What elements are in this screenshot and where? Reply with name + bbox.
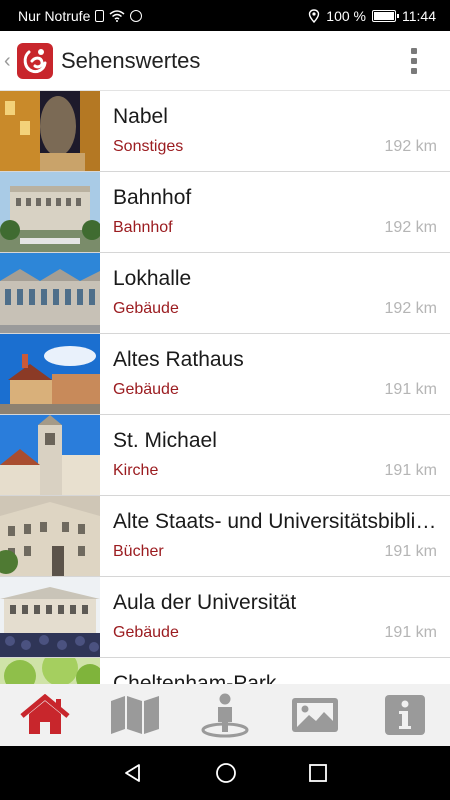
list-item[interactable]: Aula der Universität Gebäude 191 km (0, 577, 450, 658)
battery-percent: 100 % (326, 7, 366, 24)
item-category: Gebäude (113, 624, 179, 641)
sim-icon (95, 9, 105, 22)
item-distance: 191 km (384, 624, 437, 641)
item-title: St. Michael (113, 429, 217, 452)
nav-info[interactable] (360, 684, 450, 746)
nav-home[interactable] (0, 684, 90, 746)
sights-list[interactable]: Nabel Sonstiges 192 km Bahnhof Bahnhof 1… (0, 91, 450, 684)
item-title: Alte Staats- und Universitätsbibliothek (113, 510, 438, 533)
nav-nearby[interactable] (180, 684, 270, 746)
recents-square-icon[interactable] (308, 763, 328, 783)
thumbnail-image (0, 577, 100, 657)
status-bar: Nur Notrufe 100 % 11:44 (0, 0, 450, 31)
carrier-text: Nur Notrufe (18, 7, 91, 24)
item-title: Bahnhof (113, 186, 192, 209)
battery-icon (372, 9, 399, 22)
list-item[interactable]: Alte Staats- und Universitätsbibliothek … (0, 496, 450, 577)
system-navigation-bar (0, 746, 450, 800)
back-triangle-icon[interactable] (122, 762, 144, 784)
home-icon (20, 694, 70, 734)
list-item[interactable]: Bahnhof Bahnhof 192 km (0, 172, 450, 253)
home-circle-icon[interactable] (214, 761, 238, 785)
bottom-navigation (0, 684, 450, 746)
item-title: Altes Rathaus (113, 348, 244, 371)
thumbnail-image (0, 334, 100, 414)
app-logo[interactable] (17, 42, 53, 79)
gallery-icon (292, 698, 338, 732)
item-category: Bahnhof (113, 219, 173, 236)
list-item[interactable]: Lokhalle Gebäude 192 km (0, 253, 450, 334)
location-icon (309, 8, 320, 23)
item-distance: 192 km (384, 300, 437, 317)
item-title: Nabel (113, 105, 168, 128)
item-distance: 192 km (384, 219, 437, 236)
thumbnail-image (0, 496, 100, 576)
back-chevron-icon[interactable]: ‹ (4, 51, 14, 71)
item-category: Sonstiges (113, 138, 184, 155)
clock: 11:44 (402, 7, 436, 24)
list-item[interactable]: St. Michael Kirche 191 km (0, 415, 450, 496)
sync-icon (130, 9, 143, 22)
thumbnail-image (0, 253, 100, 333)
app-toolbar: ‹ Sehenswertes (0, 31, 450, 91)
app-logo-mark (23, 48, 47, 73)
item-title: Lokhalle (113, 267, 192, 290)
item-category: Bücher (113, 543, 164, 560)
item-distance: 191 km (384, 462, 437, 479)
thumbnail-image (0, 658, 100, 684)
list-item[interactable]: Cheltenham-Park (0, 658, 450, 684)
page-title: Sehenswertes (61, 47, 201, 73)
item-title: Cheltenham-Park (113, 672, 277, 684)
list-item[interactable]: Nabel Sonstiges 192 km (0, 91, 450, 172)
thumbnail-image (0, 415, 100, 495)
item-distance: 191 km (384, 381, 437, 398)
item-distance: 191 km (384, 543, 437, 560)
item-category: Gebäude (113, 300, 179, 317)
item-category: Kirche (113, 462, 159, 479)
location-person-icon (201, 693, 249, 738)
info-icon (385, 695, 425, 735)
thumbnail-image (0, 91, 100, 171)
map-icon (111, 696, 159, 734)
overflow-menu-icon[interactable] (394, 41, 434, 81)
item-category: Gebäude (113, 381, 179, 398)
nav-map[interactable] (90, 684, 180, 746)
thumbnail-image (0, 172, 100, 252)
item-distance: 192 km (384, 138, 437, 155)
item-title: Aula der Universität (113, 591, 297, 614)
list-item[interactable]: Altes Rathaus Gebäude 191 km (0, 334, 450, 415)
nav-gallery[interactable] (270, 684, 360, 746)
wifi-icon (109, 9, 125, 22)
